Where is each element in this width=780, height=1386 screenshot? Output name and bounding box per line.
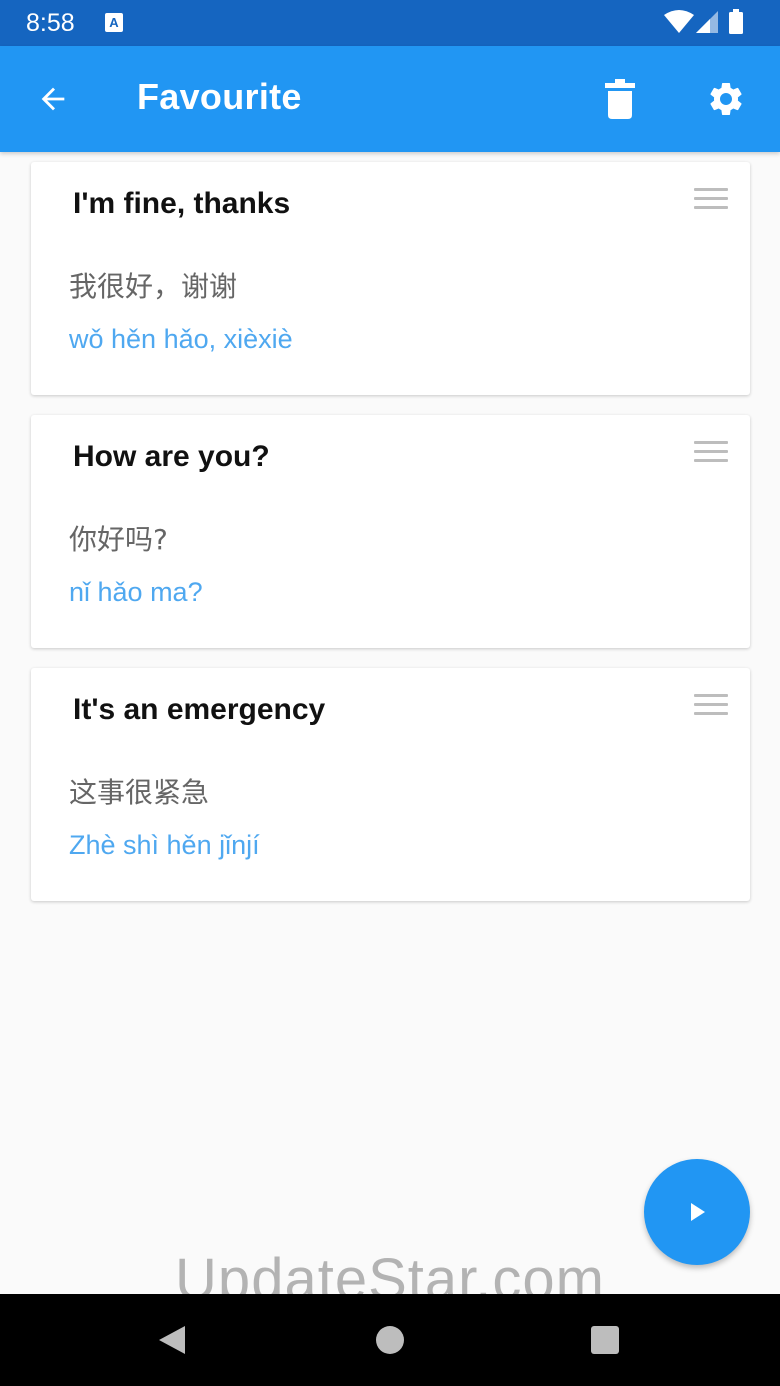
status-icons bbox=[664, 9, 754, 37]
status-bar: 8:58 A bbox=[0, 0, 780, 46]
app-bar: Favourite bbox=[0, 46, 780, 152]
gear-icon bbox=[710, 82, 742, 115]
phrase-card[interactable]: How are you? 你好吗? nǐ hǎo ma? bbox=[31, 415, 750, 648]
nav-recents-button[interactable] bbox=[581, 1316, 629, 1364]
phrase-card[interactable]: It's an emergency 这事很紧急 Zhè shì hěn jǐnj… bbox=[31, 668, 750, 901]
phrase-english: I'm fine, thanks bbox=[73, 187, 291, 220]
a-notification-icon: A bbox=[105, 13, 123, 32]
nav-back-icon bbox=[159, 1326, 185, 1354]
phrase-chinese: 你好吗? bbox=[69, 523, 168, 556]
drag-handle-icon[interactable] bbox=[694, 441, 728, 463]
drag-handle-icon[interactable] bbox=[694, 188, 728, 210]
play-icon bbox=[691, 1203, 705, 1221]
nav-home-icon bbox=[376, 1326, 404, 1354]
phrase-chinese: 这事很紧急 bbox=[69, 776, 210, 809]
phrase-english: It's an emergency bbox=[73, 693, 326, 726]
back-button[interactable] bbox=[25, 71, 81, 127]
battery-icon bbox=[729, 9, 743, 34]
phrase-card[interactable]: I'm fine, thanks 我很好，谢谢 wǒ hěn hǎo, xièx… bbox=[31, 162, 750, 395]
nav-back-button[interactable] bbox=[148, 1316, 196, 1364]
status-time: 8:58 bbox=[26, 9, 75, 37]
signal-icon bbox=[696, 11, 718, 33]
drag-handle-icon[interactable] bbox=[694, 694, 728, 716]
nav-home-button[interactable] bbox=[366, 1316, 414, 1364]
back-arrow-icon bbox=[41, 87, 65, 111]
phrase-pinyin: Zhè shì hěn jǐnjí bbox=[69, 830, 260, 860]
phrase-english: How are you? bbox=[73, 440, 270, 473]
phrase-pinyin: wǒ hěn hǎo, xièxiè bbox=[69, 324, 293, 354]
phrase-pinyin: nǐ hǎo ma? bbox=[69, 577, 203, 607]
wifi-icon bbox=[664, 10, 694, 33]
nav-recents-icon bbox=[591, 1326, 619, 1354]
page-title: Favourite bbox=[137, 76, 302, 117]
favourites-list: I'm fine, thanks 我很好，谢谢 wǒ hěn hǎo, xièx… bbox=[31, 162, 750, 921]
navigation-bar bbox=[0, 1294, 780, 1386]
phrase-chinese: 我很好，谢谢 bbox=[69, 270, 238, 303]
settings-button[interactable] bbox=[698, 71, 754, 127]
delete-button[interactable] bbox=[592, 71, 648, 127]
trash-icon bbox=[605, 79, 635, 119]
